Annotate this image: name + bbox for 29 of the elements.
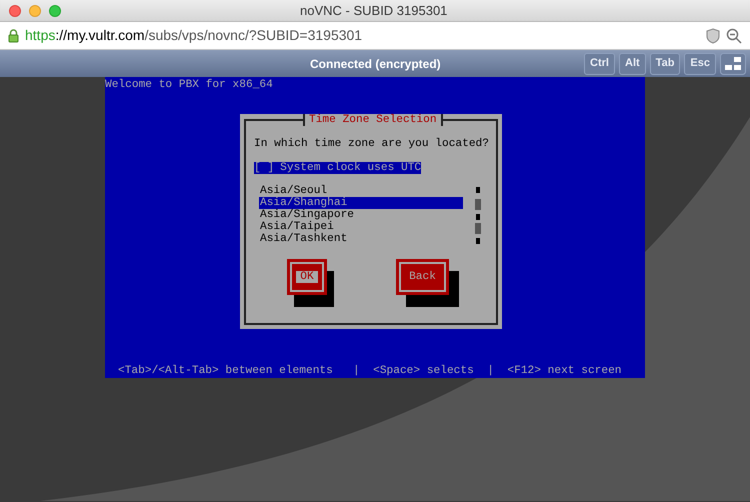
checkbox-label: System clock uses UTC [274,162,422,174]
close-icon[interactable] [9,4,21,16]
timezone-item[interactable]: Asia/Singapore [259,209,463,221]
dialog-button[interactable]: Back [396,259,449,295]
zoom-icon[interactable] [726,28,742,44]
lock-icon [8,28,19,42]
console-header: Welcome to PBX for x86_64 [105,79,273,91]
address-bar[interactable]: https://my.vultr.com/subs/vps/novnc/?SUBID=3195301 [0,22,750,50]
timezone-item[interactable]: Asia/Seoul [259,185,463,197]
dialog-title: Time Zone Selection [303,114,443,126]
scrollbar-drawing [475,187,481,244]
timezone-item[interactable]: Asia/Tashkent [259,233,463,245]
help-line: <Tab>/<Alt-Tab> between elements | <Space> selects | <F12> next screen [118,365,622,377]
maximize-icon[interactable] [49,4,61,16]
key-button[interactable]: Alt [619,52,646,74]
dialog-question: In which time zone are you located? [254,138,489,150]
timezone-item[interactable]: Asia/Shanghai [259,197,463,209]
dialog-button[interactable]: OK [287,259,327,295]
key-button[interactable]: Ctrl [584,52,615,74]
window-title: noVNC - SUBID 3195301 [300,2,448,20]
minimize-icon[interactable] [29,4,41,16]
shield-icon[interactable] [706,28,720,44]
key-button[interactable]: Tab [650,52,680,74]
connection-status: Connected (encrypted) [310,56,441,72]
url-text: https://my.vultr.com/subs/vps/novnc/?SUBID=3195301 [25,26,364,45]
toggle-settings-icon[interactable] [720,52,746,74]
timezone-item[interactable]: Asia/Taipei [259,221,463,233]
checkbox[interactable]: [ ] [254,162,274,174]
key-button[interactable]: Esc [684,52,716,74]
